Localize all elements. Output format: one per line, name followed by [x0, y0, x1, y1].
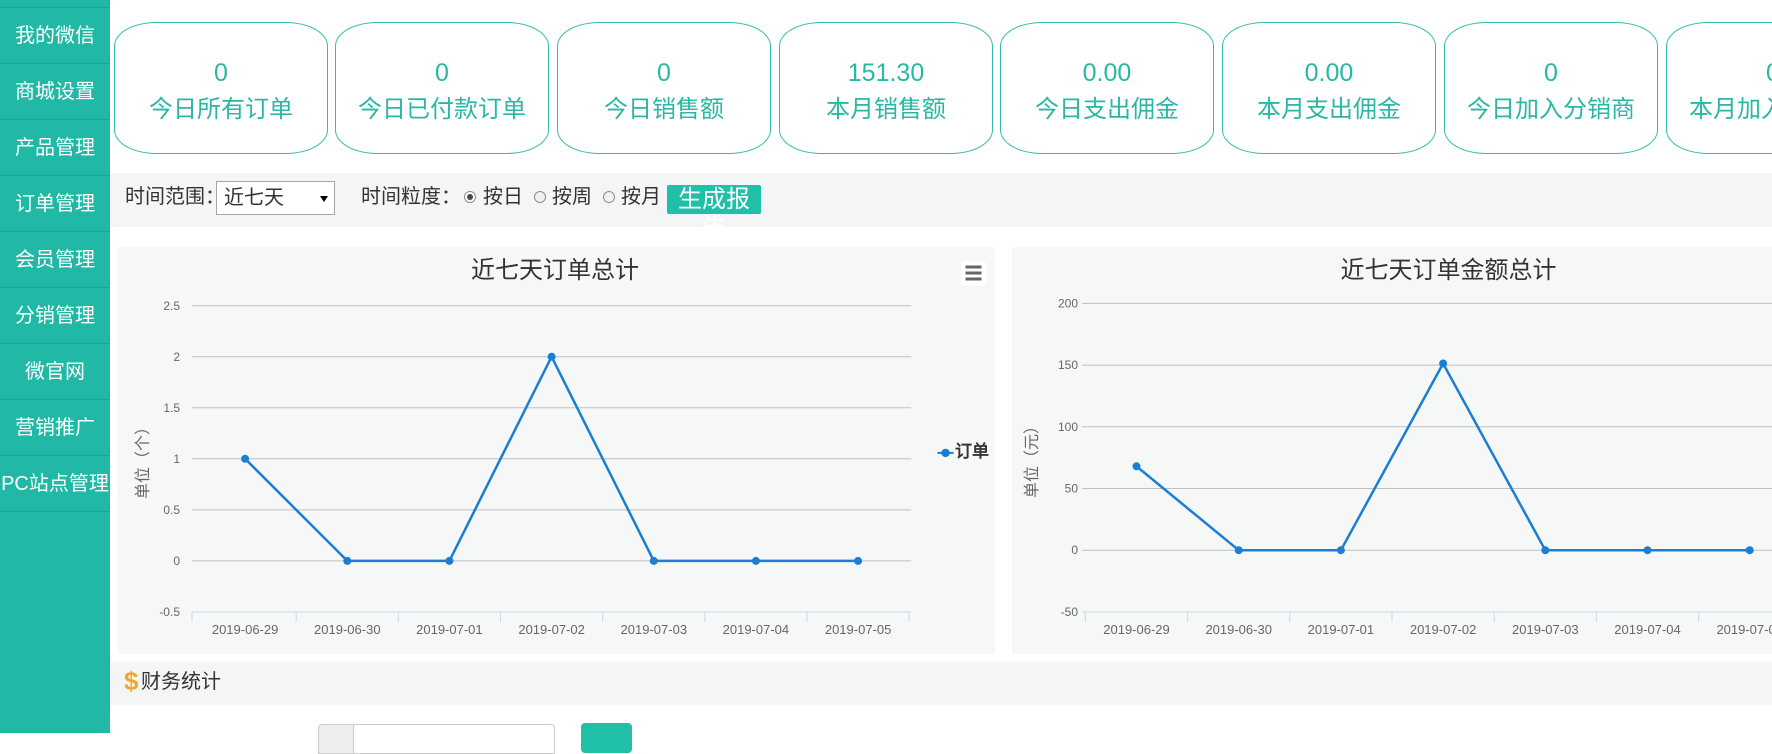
svg-text:单位（元）: 单位（元） — [1023, 418, 1041, 498]
svg-text:-0.5: -0.5 — [159, 605, 180, 619]
svg-text:2.5: 2.5 — [163, 299, 180, 313]
svg-text:近七天订单总计: 近七天订单总计 — [471, 257, 639, 284]
svg-text:50: 50 — [1065, 482, 1079, 496]
svg-text:2019-06-29: 2019-06-29 — [212, 622, 278, 637]
svg-text:2019-07-01: 2019-07-01 — [416, 622, 483, 637]
svg-text:近七天订单金额总计: 近七天订单金额总计 — [1341, 257, 1557, 284]
svg-text:2019-06-30: 2019-06-30 — [314, 622, 381, 637]
svg-text:2019-07-03: 2019-07-03 — [621, 622, 688, 637]
svg-text:2019-07-01: 2019-07-01 — [1308, 622, 1375, 637]
svg-text:2019-07-04: 2019-07-04 — [1614, 622, 1681, 637]
svg-text:2019-07-04: 2019-07-04 — [723, 622, 790, 637]
svg-text:2019-07-05: 2019-07-05 — [825, 622, 892, 637]
svg-text:1: 1 — [173, 452, 180, 466]
svg-text:1.5: 1.5 — [163, 401, 180, 415]
svg-text:0: 0 — [1071, 543, 1078, 557]
svg-text:2019-06-30: 2019-06-30 — [1205, 622, 1272, 637]
svg-text:100: 100 — [1058, 420, 1078, 434]
svg-text:订单: 订单 — [955, 441, 989, 461]
svg-text:2019-07-02: 2019-07-02 — [1410, 622, 1477, 637]
svg-text:-50: -50 — [1061, 605, 1079, 619]
svg-text:2019-07-03: 2019-07-03 — [1512, 622, 1579, 637]
svg-text:2: 2 — [173, 350, 180, 364]
svg-text:200: 200 — [1058, 296, 1078, 310]
svg-text:2019-07-05: 2019-07-05 — [1716, 622, 1772, 637]
svg-text:150: 150 — [1058, 358, 1078, 372]
svg-text:0: 0 — [173, 554, 180, 568]
svg-text:2019-07-02: 2019-07-02 — [518, 622, 585, 637]
svg-text:单位（个）: 单位（个） — [134, 419, 152, 499]
svg-text:2019-06-29: 2019-06-29 — [1103, 622, 1170, 637]
svg-text:0.5: 0.5 — [163, 503, 180, 517]
